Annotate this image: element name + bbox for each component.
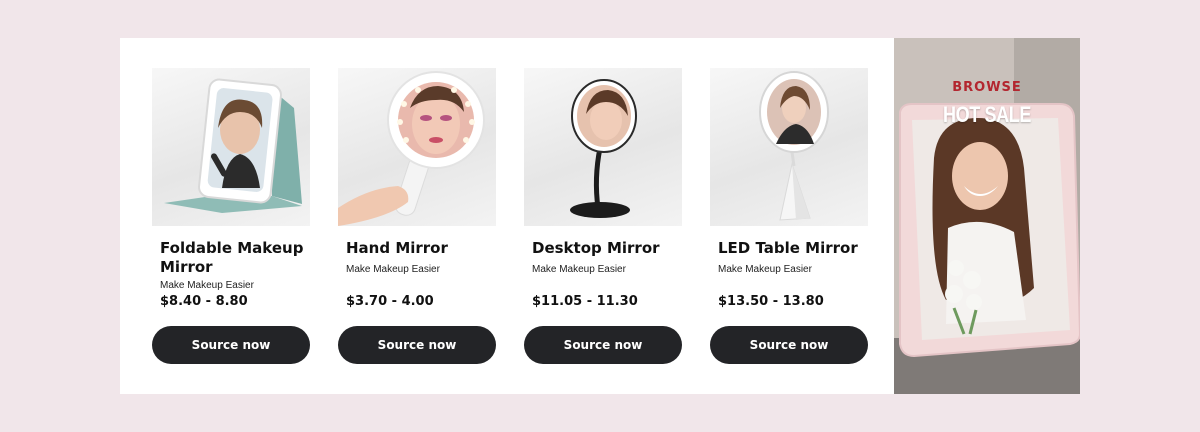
- product-price: $11.05 - 11.30: [532, 294, 638, 309]
- source-now-button[interactable]: Source now: [710, 326, 868, 364]
- product-image[interactable]: [710, 68, 868, 226]
- led-table-mirror-illustration: [759, 71, 829, 221]
- product-title[interactable]: Desktop Mirror: [532, 239, 682, 258]
- product-card-desktop-mirror[interactable]: Desktop Mirror Make Makeup Easier $11.05…: [524, 68, 682, 366]
- source-now-button[interactable]: Source now: [338, 326, 496, 364]
- product-title[interactable]: Foldable Makeup Mirror: [160, 239, 310, 277]
- hand-mirror-illustration: [338, 71, 485, 226]
- product-title[interactable]: Hand Mirror: [346, 239, 496, 258]
- product-card-hand-mirror[interactable]: Hand Mirror Make Makeup Easier $3.70 - 4…: [338, 68, 496, 366]
- product-card-foldable-makeup-mirror[interactable]: Foldable Makeup Mirror Make Makeup Easie…: [152, 68, 310, 366]
- product-card-led-table-mirror[interactable]: LED Table Mirror Make Makeup Easier $13.…: [710, 68, 868, 366]
- product-image[interactable]: [152, 68, 310, 226]
- product-image[interactable]: [338, 68, 496, 226]
- product-price: $3.70 - 4.00: [346, 294, 434, 309]
- banner-headline: HOT SALE: [943, 102, 1031, 127]
- source-now-button[interactable]: Source now: [152, 326, 310, 364]
- banner-browse-label: BROWSE: [952, 80, 1022, 95]
- product-price: $8.40 - 8.80: [160, 294, 248, 309]
- product-price: $13.50 - 13.80: [718, 294, 824, 309]
- product-title[interactable]: LED Table Mirror: [718, 239, 868, 258]
- product-image[interactable]: [524, 68, 682, 226]
- product-subtitle: Make Makeup Easier: [532, 264, 626, 275]
- hot-sale-banner[interactable]: BROWSE HOT SALE: [894, 38, 1080, 394]
- source-now-button[interactable]: Source now: [524, 326, 682, 364]
- desktop-mirror-illustration: [570, 79, 637, 218]
- product-panel: Foldable Makeup Mirror Make Makeup Easie…: [120, 38, 894, 394]
- foldable-mirror-illustration: [164, 78, 302, 213]
- product-subtitle: Make Makeup Easier: [346, 264, 440, 275]
- product-subtitle: Make Makeup Easier: [718, 264, 812, 275]
- product-subtitle: Make Makeup Easier: [160, 280, 254, 291]
